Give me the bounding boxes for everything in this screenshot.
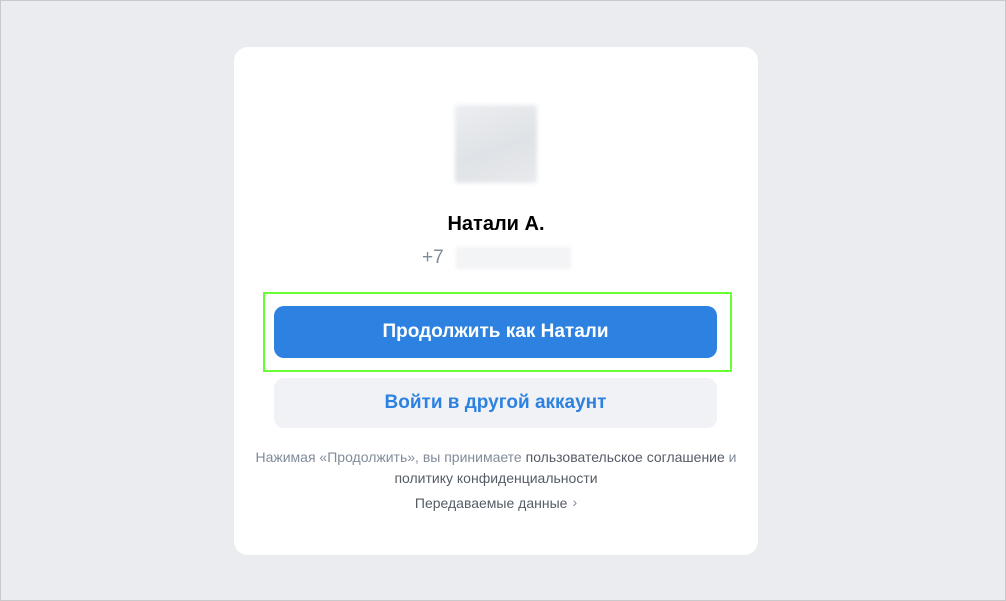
other-account-button[interactable]: Войти в другой аккаунт <box>274 378 717 428</box>
user-agreement-link[interactable]: пользовательское соглашение <box>526 449 725 465</box>
transferred-data-link[interactable]: Передаваемые данные › <box>234 494 758 511</box>
login-card: Натали А. +7 Продолжить как Натали Войти… <box>234 47 758 555</box>
terms-prefix: Нажимая «Продолжить», вы принимаете <box>255 449 526 465</box>
phone-number: +7 <box>422 246 571 270</box>
chevron-right-icon: › <box>572 494 578 510</box>
avatar <box>455 105 537 183</box>
transferred-data-label: Передаваемые данные <box>414 495 568 511</box>
page-frame: Натали А. +7 Продолжить как Натали Войти… <box>0 0 1006 601</box>
terms-and: и <box>724 449 737 465</box>
terms-text: Нажимая «Продолжить», вы принимаете поль… <box>254 447 738 489</box>
phone-prefix: +7 <box>422 247 444 268</box>
privacy-policy-link[interactable]: политику конфиденциальности <box>394 470 597 486</box>
user-name: Натали А. <box>447 213 545 235</box>
phone-redacted <box>455 247 571 269</box>
continue-button[interactable]: Продолжить как Натали <box>274 306 717 358</box>
